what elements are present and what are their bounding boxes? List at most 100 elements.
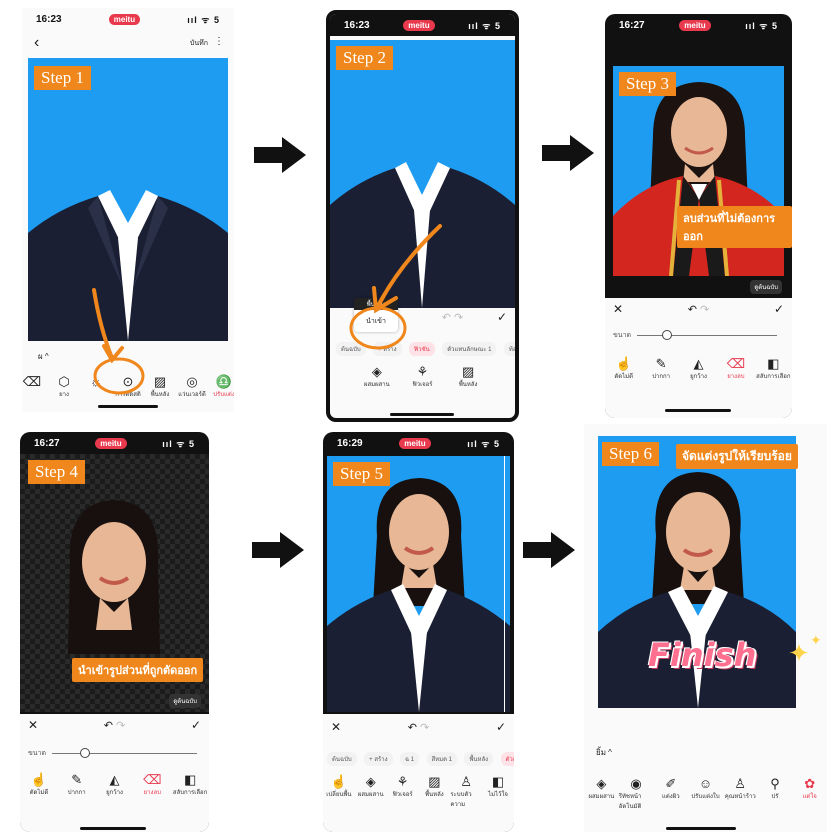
view-original-button[interactable]: ดูต้นฉบับ [169,694,201,708]
pill-original[interactable]: ต้นฉบับ [327,752,357,766]
undo-icon[interactable]: ↶ [688,304,697,316]
system-icons: ııl ᯤ 5 [162,438,195,449]
top-bar: ‹ บันทึก ⋮ [22,34,234,52]
slider-knob[interactable] [80,748,91,758]
slider-track[interactable] [52,748,198,758]
tool-bar: ☝ ตัดไม่ดี ✎ ปากกา ◭ ยูกว้าง ⌫ ยางลบ ◧ สลับกา… [20,772,209,797]
selection-frame[interactable] [504,456,510,712]
redo-icon[interactable]: ↷ [420,722,429,734]
tool-blend[interactable]: ◈ ผสมผสาน [355,774,387,799]
pill-preset-1[interactable]: ตัวแทนลักษณะ 1 [442,342,497,356]
slider-knob[interactable] [662,330,673,340]
redo-icon[interactable]: ↷ [116,720,125,732]
home-indicator [390,413,454,416]
tool-change-bg[interactable]: ☝ เปลี่ยนพื้น [323,774,355,799]
close-icon[interactable]: ✕ [28,718,38,732]
confirm-icon[interactable]: ✓ [191,718,201,732]
tool-eraser[interactable]: ⌫ ยางลบ [133,772,171,797]
pill-create[interactable]: + สร้าง [364,752,393,766]
tool-shape[interactable]: ⬡ ยาง [48,374,80,399]
tool-layer[interactable]: ◧ ไม่ไว้ใจ [482,774,514,799]
tool-feature[interactable]: ⚘ ฟิวเจอร์ [402,364,442,389]
confirm-icon[interactable]: ✓ [497,310,507,324]
tool-restore[interactable]: ☝ ตัดไม่ดี [20,772,58,797]
back-icon[interactable]: ‹ [34,34,39,52]
tool-restore[interactable]: ☝ ตัดไม่ดี [605,356,642,381]
tool-skin[interactable]: ✐ แต่งผิว [653,776,688,801]
tool-lasso[interactable]: ◭ ยูกว้าง [96,772,134,797]
confirm-icon[interactable]: ✓ [774,302,784,316]
tool-invert[interactable]: ◧ สลับการเลือก [171,772,209,797]
redo-icon[interactable]: ↷ [454,312,463,324]
edit-controls: ✕ ↶ ↷ ✓ [28,718,201,732]
tool-glasses[interactable]: ◎ แว่นเวอร์ตี [176,374,208,399]
size-slider[interactable]: ขนาด [613,330,778,341]
pill-color[interactable]: สีหมด 1 [426,752,457,766]
tool-eraser[interactable]: ⌫ [22,374,48,389]
sub-label[interactable]: ยิ้ม ^ [596,746,612,759]
tool-face-shape[interactable]: ☺ ปรับแต่งใบ [688,776,723,801]
save-button[interactable]: บันทึก [190,38,208,49]
pill-live[interactable]: ตัวแทนสด 1 [500,752,514,766]
tool-adjust[interactable]: ♎ ปรับแต่ง [208,374,234,399]
undo-redo: ↶ ↷ [408,721,430,734]
pill-preset-1[interactable]: ฉ 1 [399,752,420,766]
tool-bar: ☝ ตัดไม่ดี ✎ ปากกา ◭ ยูกว้าง ⌫ ยางลบ ◧ สลับกา… [605,356,792,381]
tool-lasso[interactable]: ◭ ยูกว้าง [680,356,717,381]
tool-invert[interactable]: ◧ สลับการเลือก [755,356,792,381]
more-icon[interactable]: ⋮ [214,36,224,47]
clock: 16:27 [619,19,645,31]
tool-person[interactable]: ♙ ระบบตัวความ [450,774,482,809]
portrait-composite [327,478,510,712]
sub-label[interactable]: ผ ^ [38,350,49,363]
pill-background[interactable]: พื้นหลัง [464,752,494,766]
tool-bar: ☝ เปลี่ยนพื้น ◈ ผสมผสาน ⚘ ฟิวเจอร์ ▨ พื้นหลั… [323,774,514,809]
tool-background[interactable]: ▨ พื้นหลัง [418,774,450,799]
tool-makeup[interactable]: ✿ แต่ใจ [792,776,827,801]
right-arrow-icon [523,532,575,568]
undo-icon[interactable]: ↶ [104,720,113,732]
tool-pen[interactable]: ✎ ปากกา [58,772,96,797]
hand-icon: ☝ [30,772,47,787]
tool-auto-retouch[interactable]: ◉ รีทัชหน้าอัตโนมัติ [619,776,654,811]
size-slider[interactable]: ขนาด [28,748,198,759]
layers-icon: ◈ [596,776,607,791]
highlight-arrow-icon [349,224,442,350]
background-icon: ▨ [428,774,441,789]
bottom-panel: ✕ ↶ ↷ ✓ ต้นฉบับ + สร้าง ฉ 1 สีหมด 1 พื้น… [323,714,514,832]
slider-track[interactable] [637,330,778,340]
panel-step-1: 16:23 meitu ııl ᯤ 5 ‹ บันทึก ⋮ Step 1 ผ … [22,8,234,412]
flower-icon: ✿ [804,776,816,791]
bottom-panel: ✕ ↶ ↷ ✓ ขนาด ☝ ตัดไม่ดี ✎ ปากกา ◭ ยูกว้าง ⌫… [20,714,209,832]
home-indicator [665,409,731,412]
tool-pen[interactable]: ✎ ปากกา [642,356,679,381]
panel-step-3: 16:27 meitu ııl ᯤ 5 Step 3 ลบส่วนที่ไม่ต… [605,14,792,418]
tool-body[interactable]: ♙ คุณหน้าร้าว [723,776,758,801]
step-1-label: Step 1 [34,66,91,90]
edit-controls: ✕ ↶ ↷ ✓ [613,302,784,316]
view-original-button[interactable]: ดูต้นฉบับ [750,280,782,294]
bottom-panel: ✕ ↶ ↷ ✓ ขนาด ☝ ตัดไม่ดี ✎ ปากกา ◭ ยูกว้าง ⌫… [605,298,792,418]
redo-icon[interactable]: ↷ [700,304,709,316]
home-indicator [666,827,736,830]
adjust-icon: ♎ [215,374,233,389]
step-6-label: Step 6 [602,442,659,466]
clock: 16:29 [337,437,363,449]
eraser-icon: ⌫ [143,772,162,787]
confirm-icon[interactable]: ✓ [496,720,506,734]
tool-feature[interactable]: ⚘ ฟิวเจอร์ [387,774,419,799]
tool-eraser[interactable]: ⌫ ยางลบ [717,356,754,381]
smile-icon: ☺ [698,776,713,791]
undo-icon[interactable]: ↶ [408,722,417,734]
tool-blend[interactable]: ◈ ผสมผสาน [357,364,397,389]
tool-reshape[interactable]: ⚲ ปรั [758,776,793,801]
hand-icon: ☝ [330,774,347,789]
undo-redo: ↶ ↷ [688,303,710,316]
close-icon[interactable]: ✕ [331,720,341,734]
close-icon[interactable]: ✕ [613,302,623,316]
tool-background[interactable]: ▨ พื้นหลัง [448,364,488,389]
pill-sky[interactable]: ท้องฟ้า 1 [503,342,515,356]
tool-blend[interactable]: ◈ ผสมผสาน [584,776,619,801]
photo-canvas[interactable] [327,456,510,712]
right-arrow-icon [252,532,304,568]
